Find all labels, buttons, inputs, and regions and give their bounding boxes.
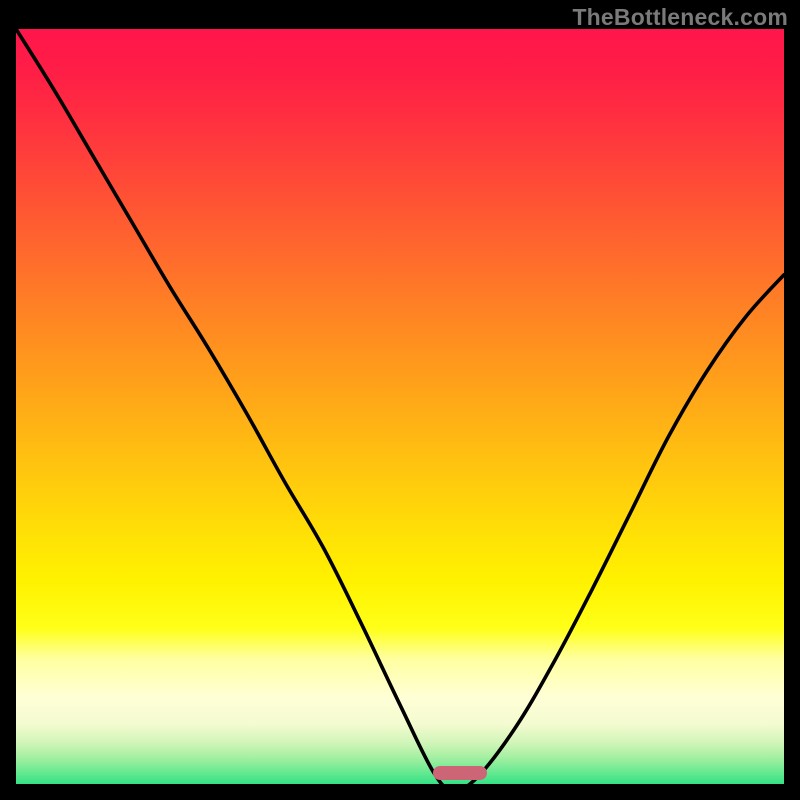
- watermark-text: TheBottleneck.com: [572, 4, 788, 31]
- plot-area: [16, 29, 784, 784]
- chart-frame: TheBottleneck.com: [0, 0, 800, 800]
- optimal-marker: [433, 766, 487, 780]
- bottleneck-curve: [16, 29, 784, 784]
